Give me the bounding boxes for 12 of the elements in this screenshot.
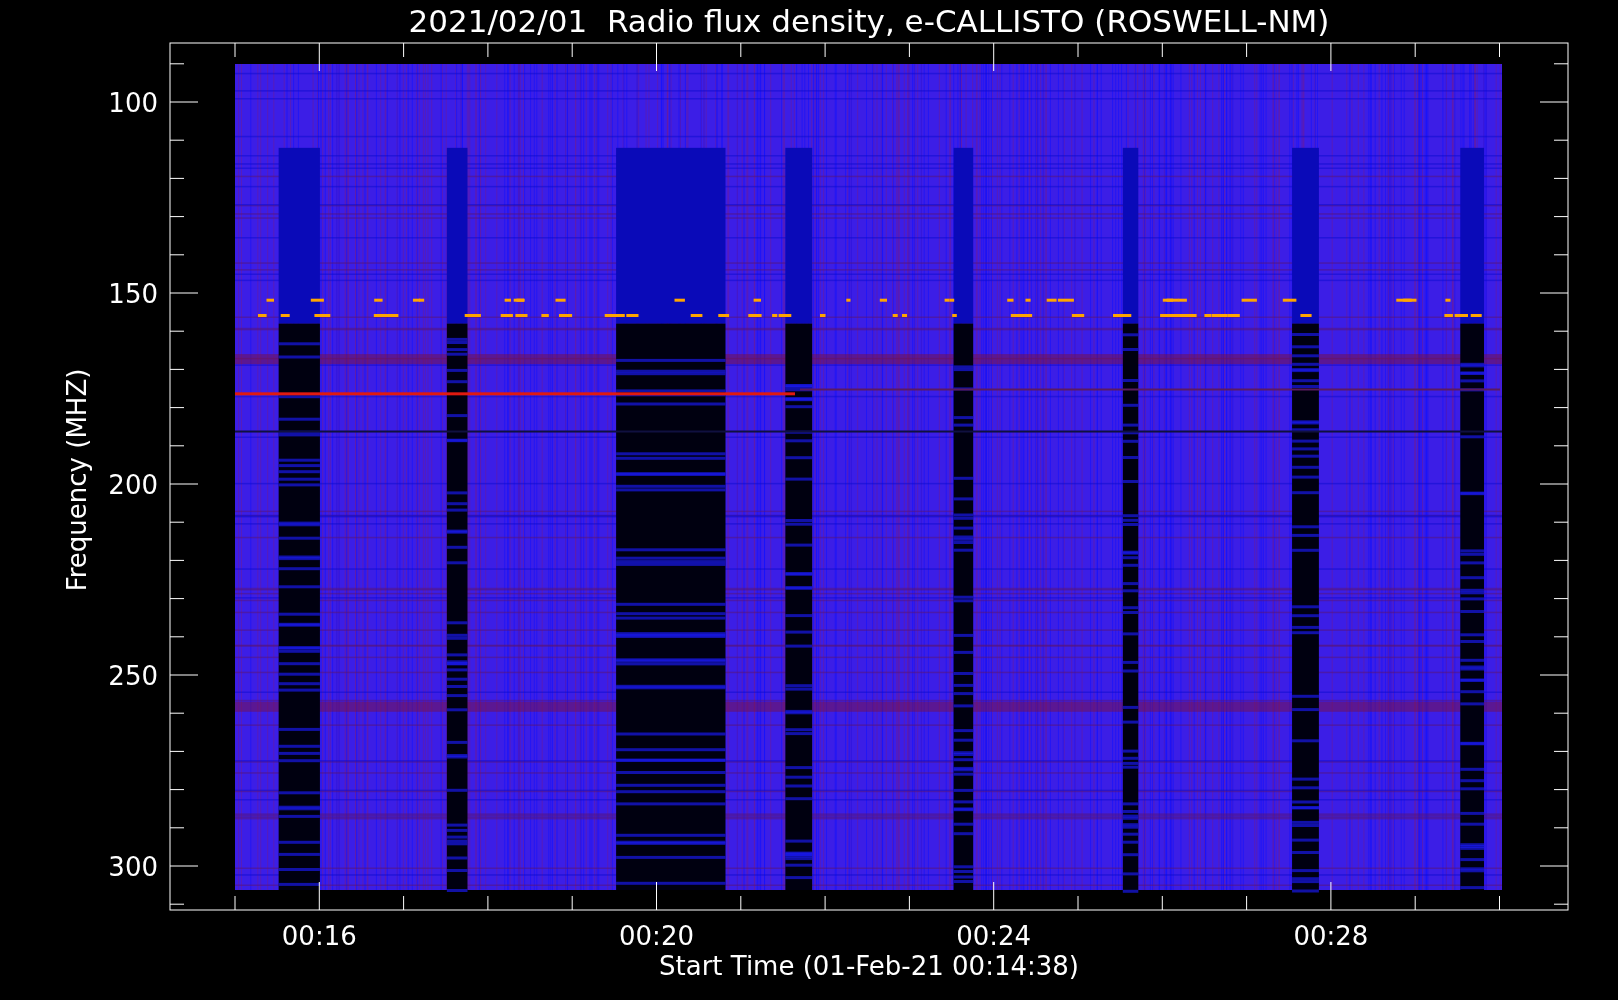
tick-label: 00:20 — [619, 921, 694, 951]
tick-label: 00:24 — [956, 921, 1032, 951]
axis-label: Start Time (01-Feb-21 00:14:38) — [659, 951, 1079, 981]
tick-label: 300 — [108, 852, 158, 882]
tick-label: 150 — [108, 279, 158, 309]
tick-label: 250 — [108, 661, 158, 691]
tick-label: 00:28 — [1293, 921, 1369, 951]
axis-label: Frequency (MHZ) — [62, 368, 92, 592]
tick-label: 100 — [108, 88, 158, 118]
chart-title: 2021/02/01 Radio flux density, e-CALLISTO (ROSWELL-NM) — [408, 3, 1330, 39]
tick-label: 00:16 — [281, 921, 357, 951]
tick-label: 200 — [108, 470, 158, 500]
